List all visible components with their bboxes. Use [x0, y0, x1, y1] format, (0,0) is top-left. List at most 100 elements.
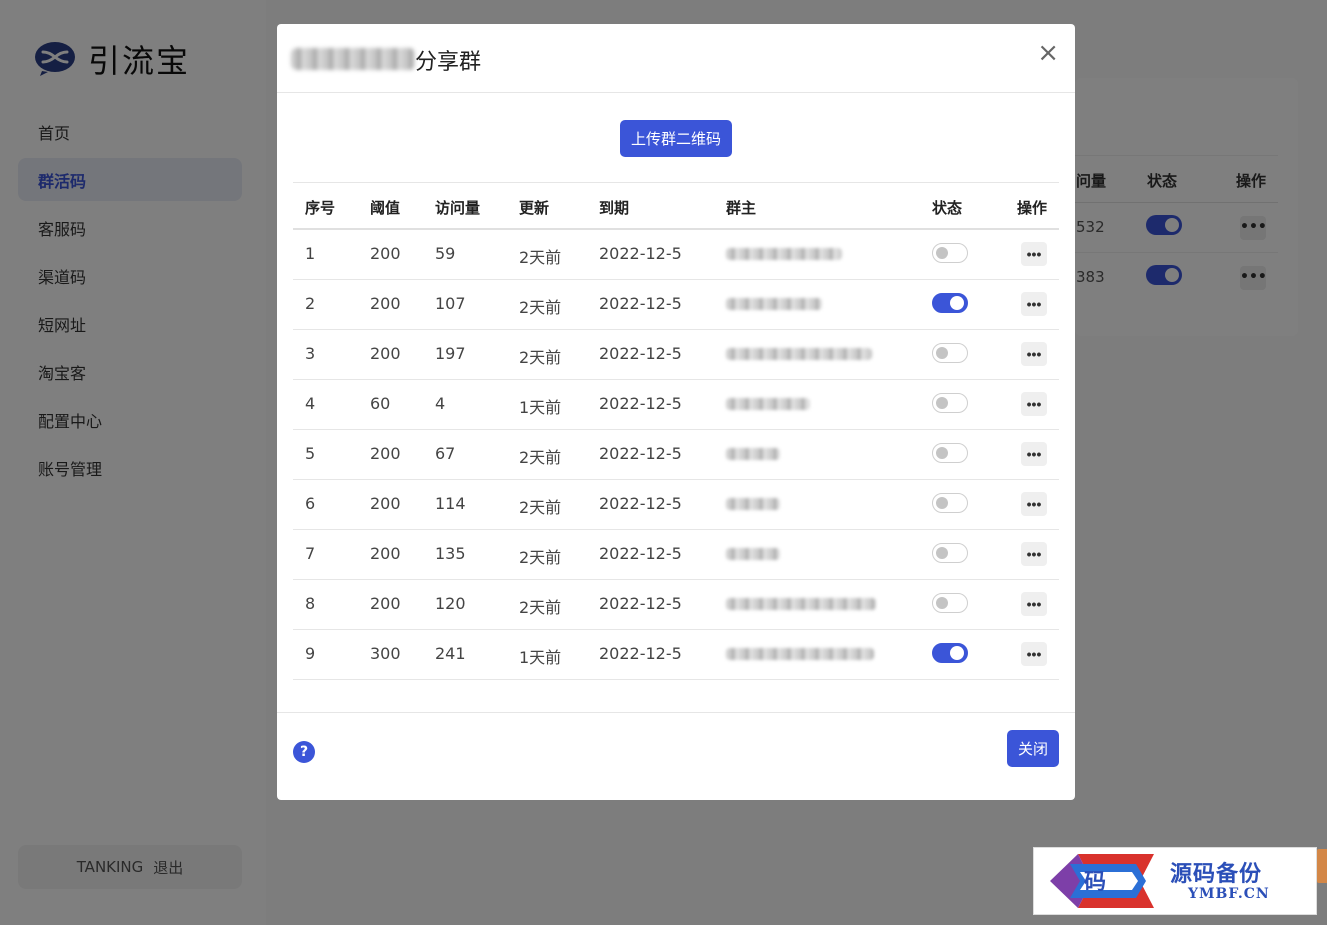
table-row: 7 200 135 2天前 2022-12-5 ••• — [293, 530, 1059, 580]
cell-owner-redacted — [726, 648, 874, 660]
status-toggle[interactable] — [932, 643, 968, 663]
cell-expiry: 2022-12-5 — [599, 294, 682, 313]
cell-expiry: 2022-12-5 — [599, 594, 682, 613]
cell-updated: 1天前 — [519, 648, 562, 667]
modal-header: 分享群 × — [277, 24, 1075, 93]
redacted-group-name — [291, 48, 415, 70]
status-toggle[interactable] — [932, 393, 968, 413]
cell-expiry: 2022-12-5 — [599, 544, 682, 563]
cell-threshold: 200 — [370, 544, 401, 563]
more-icon[interactable]: ••• — [1021, 642, 1047, 666]
cell-updated: 2天前 — [519, 348, 562, 367]
cell-index: 6 — [305, 494, 316, 513]
cell-visits: 114 — [435, 494, 466, 513]
cell-index: 5 — [305, 444, 316, 463]
status-toggle[interactable] — [932, 593, 968, 613]
cell-expiry: 2022-12-5 — [599, 494, 682, 513]
more-icon[interactable]: ••• — [1021, 542, 1047, 566]
cell-expiry: 2022-12-5 — [599, 644, 682, 663]
column-threshold: 阈值 — [370, 199, 401, 217]
cell-index: 8 — [305, 594, 316, 613]
close-button[interactable]: 关闭 — [1007, 730, 1059, 767]
cell-threshold: 200 — [370, 594, 401, 613]
table-row: 1 200 59 2天前 2022-12-5 ••• — [293, 230, 1059, 280]
status-toggle[interactable] — [932, 343, 968, 363]
cell-threshold: 60 — [370, 394, 391, 413]
cell-updated: 2天前 — [519, 548, 562, 567]
table-header: 序号 阈值 访问量 更新 到期 群主 状态 操作 — [293, 182, 1059, 230]
share-group-modal: 分享群 × 上传群二维码 序号 阈值 访问量 更新 到期 群主 状态 操作 1 … — [277, 24, 1075, 800]
cell-index: 1 — [305, 244, 316, 263]
close-icon[interactable]: × — [1037, 40, 1059, 66]
cell-visits: 241 — [435, 644, 466, 663]
modal-footer: ? 关闭 — [277, 712, 1075, 800]
more-icon[interactable]: ••• — [1021, 592, 1047, 616]
status-toggle[interactable] — [932, 543, 968, 563]
cell-visits: 59 — [435, 244, 456, 263]
more-icon[interactable]: ••• — [1021, 392, 1047, 416]
cell-expiry: 2022-12-5 — [599, 344, 682, 363]
cell-threshold: 200 — [370, 494, 401, 513]
cell-threshold: 200 — [370, 344, 401, 363]
cell-owner-redacted — [726, 498, 780, 510]
status-toggle[interactable] — [932, 243, 968, 263]
status-toggle[interactable] — [932, 293, 968, 313]
corner-tab — [1317, 849, 1327, 883]
cell-expiry: 2022-12-5 — [599, 394, 682, 413]
cell-visits: 4 — [435, 394, 446, 413]
more-icon[interactable]: ••• — [1021, 342, 1047, 366]
cell-index: 7 — [305, 544, 316, 563]
cell-updated: 2天前 — [519, 248, 562, 267]
cell-owner-redacted — [726, 248, 842, 260]
more-icon[interactable]: ••• — [1021, 492, 1047, 516]
cell-updated: 2天前 — [519, 298, 562, 317]
watermark-cn: 源码备份 — [1170, 861, 1263, 887]
cell-owner-redacted — [726, 298, 822, 310]
column-visits: 访问量 — [435, 199, 481, 217]
upload-qr-button[interactable]: 上传群二维码 — [620, 120, 732, 157]
column-index: 序号 — [305, 199, 336, 217]
column-actions: 操作 — [1017, 199, 1048, 217]
more-icon[interactable]: ••• — [1021, 442, 1047, 466]
watermark: 码 源码备份 YMBF.CN — [1033, 847, 1317, 915]
table-row: 4 60 4 1天前 2022-12-5 ••• — [293, 380, 1059, 430]
cell-visits: 107 — [435, 294, 466, 313]
table-row: 5 200 67 2天前 2022-12-5 ••• — [293, 430, 1059, 480]
cell-threshold: 300 — [370, 644, 401, 663]
cell-threshold: 200 — [370, 294, 401, 313]
cell-index: 9 — [305, 644, 316, 663]
help-icon[interactable]: ? — [293, 741, 315, 763]
cell-index: 2 — [305, 294, 316, 313]
cell-visits: 135 — [435, 544, 466, 563]
cell-index: 3 — [305, 344, 316, 363]
modal-title: 分享群 — [415, 50, 482, 75]
cell-threshold: 200 — [370, 444, 401, 463]
cell-visits: 197 — [435, 344, 466, 363]
column-expiry: 到期 — [599, 199, 630, 217]
cell-owner-redacted — [726, 598, 876, 610]
group-table: 序号 阈值 访问量 更新 到期 群主 状态 操作 1 200 59 2天前 20… — [293, 182, 1059, 680]
cell-owner-redacted — [726, 548, 780, 560]
status-toggle[interactable] — [932, 493, 968, 513]
cell-owner-redacted — [726, 448, 780, 460]
status-toggle[interactable] — [932, 443, 968, 463]
table-row: 2 200 107 2天前 2022-12-5 ••• — [293, 280, 1059, 330]
table-row: 3 200 197 2天前 2022-12-5 ••• — [293, 330, 1059, 380]
cell-visits: 120 — [435, 594, 466, 613]
column-updated: 更新 — [519, 199, 550, 217]
cell-expiry: 2022-12-5 — [599, 444, 682, 463]
cell-updated: 2天前 — [519, 598, 562, 617]
column-owner: 群主 — [726, 199, 757, 217]
column-status: 状态 — [932, 199, 963, 217]
cell-updated: 2天前 — [519, 448, 562, 467]
cell-index: 4 — [305, 394, 316, 413]
cell-visits: 67 — [435, 444, 456, 463]
cell-owner-redacted — [726, 348, 872, 360]
watermark-en: YMBF.CN — [1188, 886, 1270, 902]
watermark-badge-char: 码 — [1084, 869, 1107, 895]
more-icon[interactable]: ••• — [1021, 242, 1047, 266]
cell-threshold: 200 — [370, 244, 401, 263]
table-row: 8 200 120 2天前 2022-12-5 ••• — [293, 580, 1059, 630]
table-row: 6 200 114 2天前 2022-12-5 ••• — [293, 480, 1059, 530]
more-icon[interactable]: ••• — [1021, 292, 1047, 316]
